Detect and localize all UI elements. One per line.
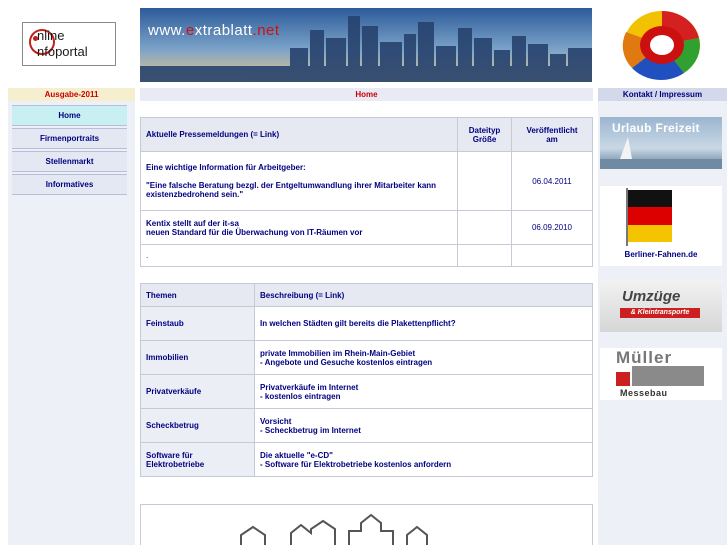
nav-contact-link[interactable]: Kontakt / Impressum xyxy=(598,88,727,101)
table-row[interactable]: Scheckbetrug Vorsicht - Scheckbetrug im I… xyxy=(140,408,593,443)
ad-umzuege-title: Umzüge xyxy=(622,288,681,305)
topic-label: Feinstaub xyxy=(140,306,255,341)
table-header-row: Themen Beschreibung (= Link) xyxy=(140,283,593,307)
header-banner[interactable]: www.extrablatt.net xyxy=(140,8,592,82)
topic-label: Privatverkäufe xyxy=(140,374,255,409)
topic-label: Immobilien xyxy=(140,340,255,375)
sidebar-item-home[interactable]: Home xyxy=(12,105,127,126)
column-header-published: Veröffentlicht am xyxy=(511,117,593,152)
sidebar-item-informatives[interactable]: Informatives xyxy=(12,174,127,195)
table-row[interactable]: Immobilien private Immobilien im Rhein-M… xyxy=(140,340,593,375)
column-header-title: Aktuelle Pressemeldungen (= Link) xyxy=(140,117,458,152)
column-header-description: Beschreibung (= Link) xyxy=(254,283,593,307)
bottom-skyline-image xyxy=(140,504,593,545)
table-row[interactable]: Software für Elektrobetriebe Die aktuelle… xyxy=(140,442,593,477)
topic-description-link[interactable]: Die aktuelle "e-CD" - Software für Elektr… xyxy=(254,442,593,477)
press-item-filetype xyxy=(457,151,512,211)
logo-area: nline nfoportal xyxy=(0,0,135,88)
table-header-row: Aktuelle Pressemeldungen (= Link) Dateit… xyxy=(140,117,593,152)
skyline-outline-icon xyxy=(240,513,428,545)
water-decoration xyxy=(600,159,722,169)
sidebar-item-stellenmarkt[interactable]: Stellenmarkt xyxy=(12,151,127,172)
ad-mueller-subtitle: Messebau xyxy=(620,388,668,398)
press-item-empty: . xyxy=(140,244,458,267)
sidebar-menu: Home Firmenportraits Stellenmarkt Inform… xyxy=(12,105,127,197)
topic-description-link[interactable]: Vorsicht - Scheckbetrug im Internet xyxy=(254,408,593,443)
edition-label: Ausgabe-2011 xyxy=(8,88,135,101)
press-item-filetype xyxy=(457,210,512,245)
topic-description-link[interactable]: Privatverkäufe im Internet - kostenlos ei… xyxy=(254,374,593,409)
ad-berliner-fahnen[interactable]: Berliner-Fahnen.de xyxy=(600,186,722,266)
topic-description-link[interactable]: In welchen Städten gilt bereits die Plak… xyxy=(254,306,593,341)
press-releases-table: Aktuelle Pressemeldungen (= Link) Dateit… xyxy=(140,117,593,267)
ad-fahnen-label[interactable]: Berliner-Fahnen.de xyxy=(600,250,722,259)
press-item-link[interactable]: Eine wichtige Information für Arbeitgebe… xyxy=(140,151,458,211)
press-item-link[interactable]: Kentix stellt auf der it-sa neuen Standar… xyxy=(140,210,458,245)
press-item-filetype xyxy=(457,244,512,267)
press-item-date xyxy=(511,244,593,267)
table-row[interactable]: Eine wichtige Information für Arbeitgebe… xyxy=(140,151,593,211)
sidebar-item-firmenportraits[interactable]: Firmenportraits xyxy=(12,128,127,149)
column-header-filetype: Dateityp Größe xyxy=(457,117,512,152)
press-item-date: 06.04.2011 xyxy=(511,151,593,211)
ad-urlaub-title: Urlaub Freizeit xyxy=(612,121,700,135)
topics-table: Themen Beschreibung (= Link) Feinstaub I… xyxy=(140,283,593,477)
topic-label: Software für Elektrobetriebe xyxy=(140,442,255,477)
mueller-logo-red-block xyxy=(616,372,630,386)
ad-mueller-messebau[interactable]: Müller Messebau xyxy=(600,348,722,400)
press-item-date: 06.09.2010 xyxy=(511,210,593,245)
nav-home-link[interactable]: Home xyxy=(140,88,593,101)
table-row[interactable]: Privatverkäufe Privatverkäufe im Interne… xyxy=(140,374,593,409)
topic-label: Scheckbetrug xyxy=(140,408,255,443)
sailboat-icon xyxy=(620,137,632,159)
logo-text-line2: nfoportal xyxy=(37,44,88,59)
ad-urlaub-freizeit[interactable]: Urlaub Freizeit xyxy=(600,117,722,169)
table-row[interactable]: Feinstaub In welchen Städten gilt bereit… xyxy=(140,306,593,341)
wheel-graphic-area xyxy=(600,0,727,88)
column-header-topics: Themen xyxy=(140,283,255,307)
ad-umzuege-subtitle: & Kleintransporte xyxy=(620,308,700,318)
ad-mueller-title: Müller xyxy=(616,348,673,367)
topic-description-link[interactable]: private Immobilien im Rhein-Main-Gebiet -… xyxy=(254,340,593,375)
ad-umzuege[interactable]: Umzüge & Kleintransporte xyxy=(600,280,722,332)
mueller-logo-grey-block xyxy=(632,366,704,386)
city-skyline-image xyxy=(140,16,592,82)
table-row[interactable]: Kentix stellt auf der it-sa neuen Standar… xyxy=(140,210,593,245)
color-wheel-icon[interactable] xyxy=(622,8,702,82)
german-flag-icon xyxy=(628,190,672,242)
site-logo[interactable]: nline nfoportal xyxy=(22,22,116,66)
banner-url-text: www.extrablatt.net xyxy=(148,22,280,39)
logo-text-line1: nline xyxy=(37,28,65,43)
table-row: . xyxy=(140,244,593,267)
